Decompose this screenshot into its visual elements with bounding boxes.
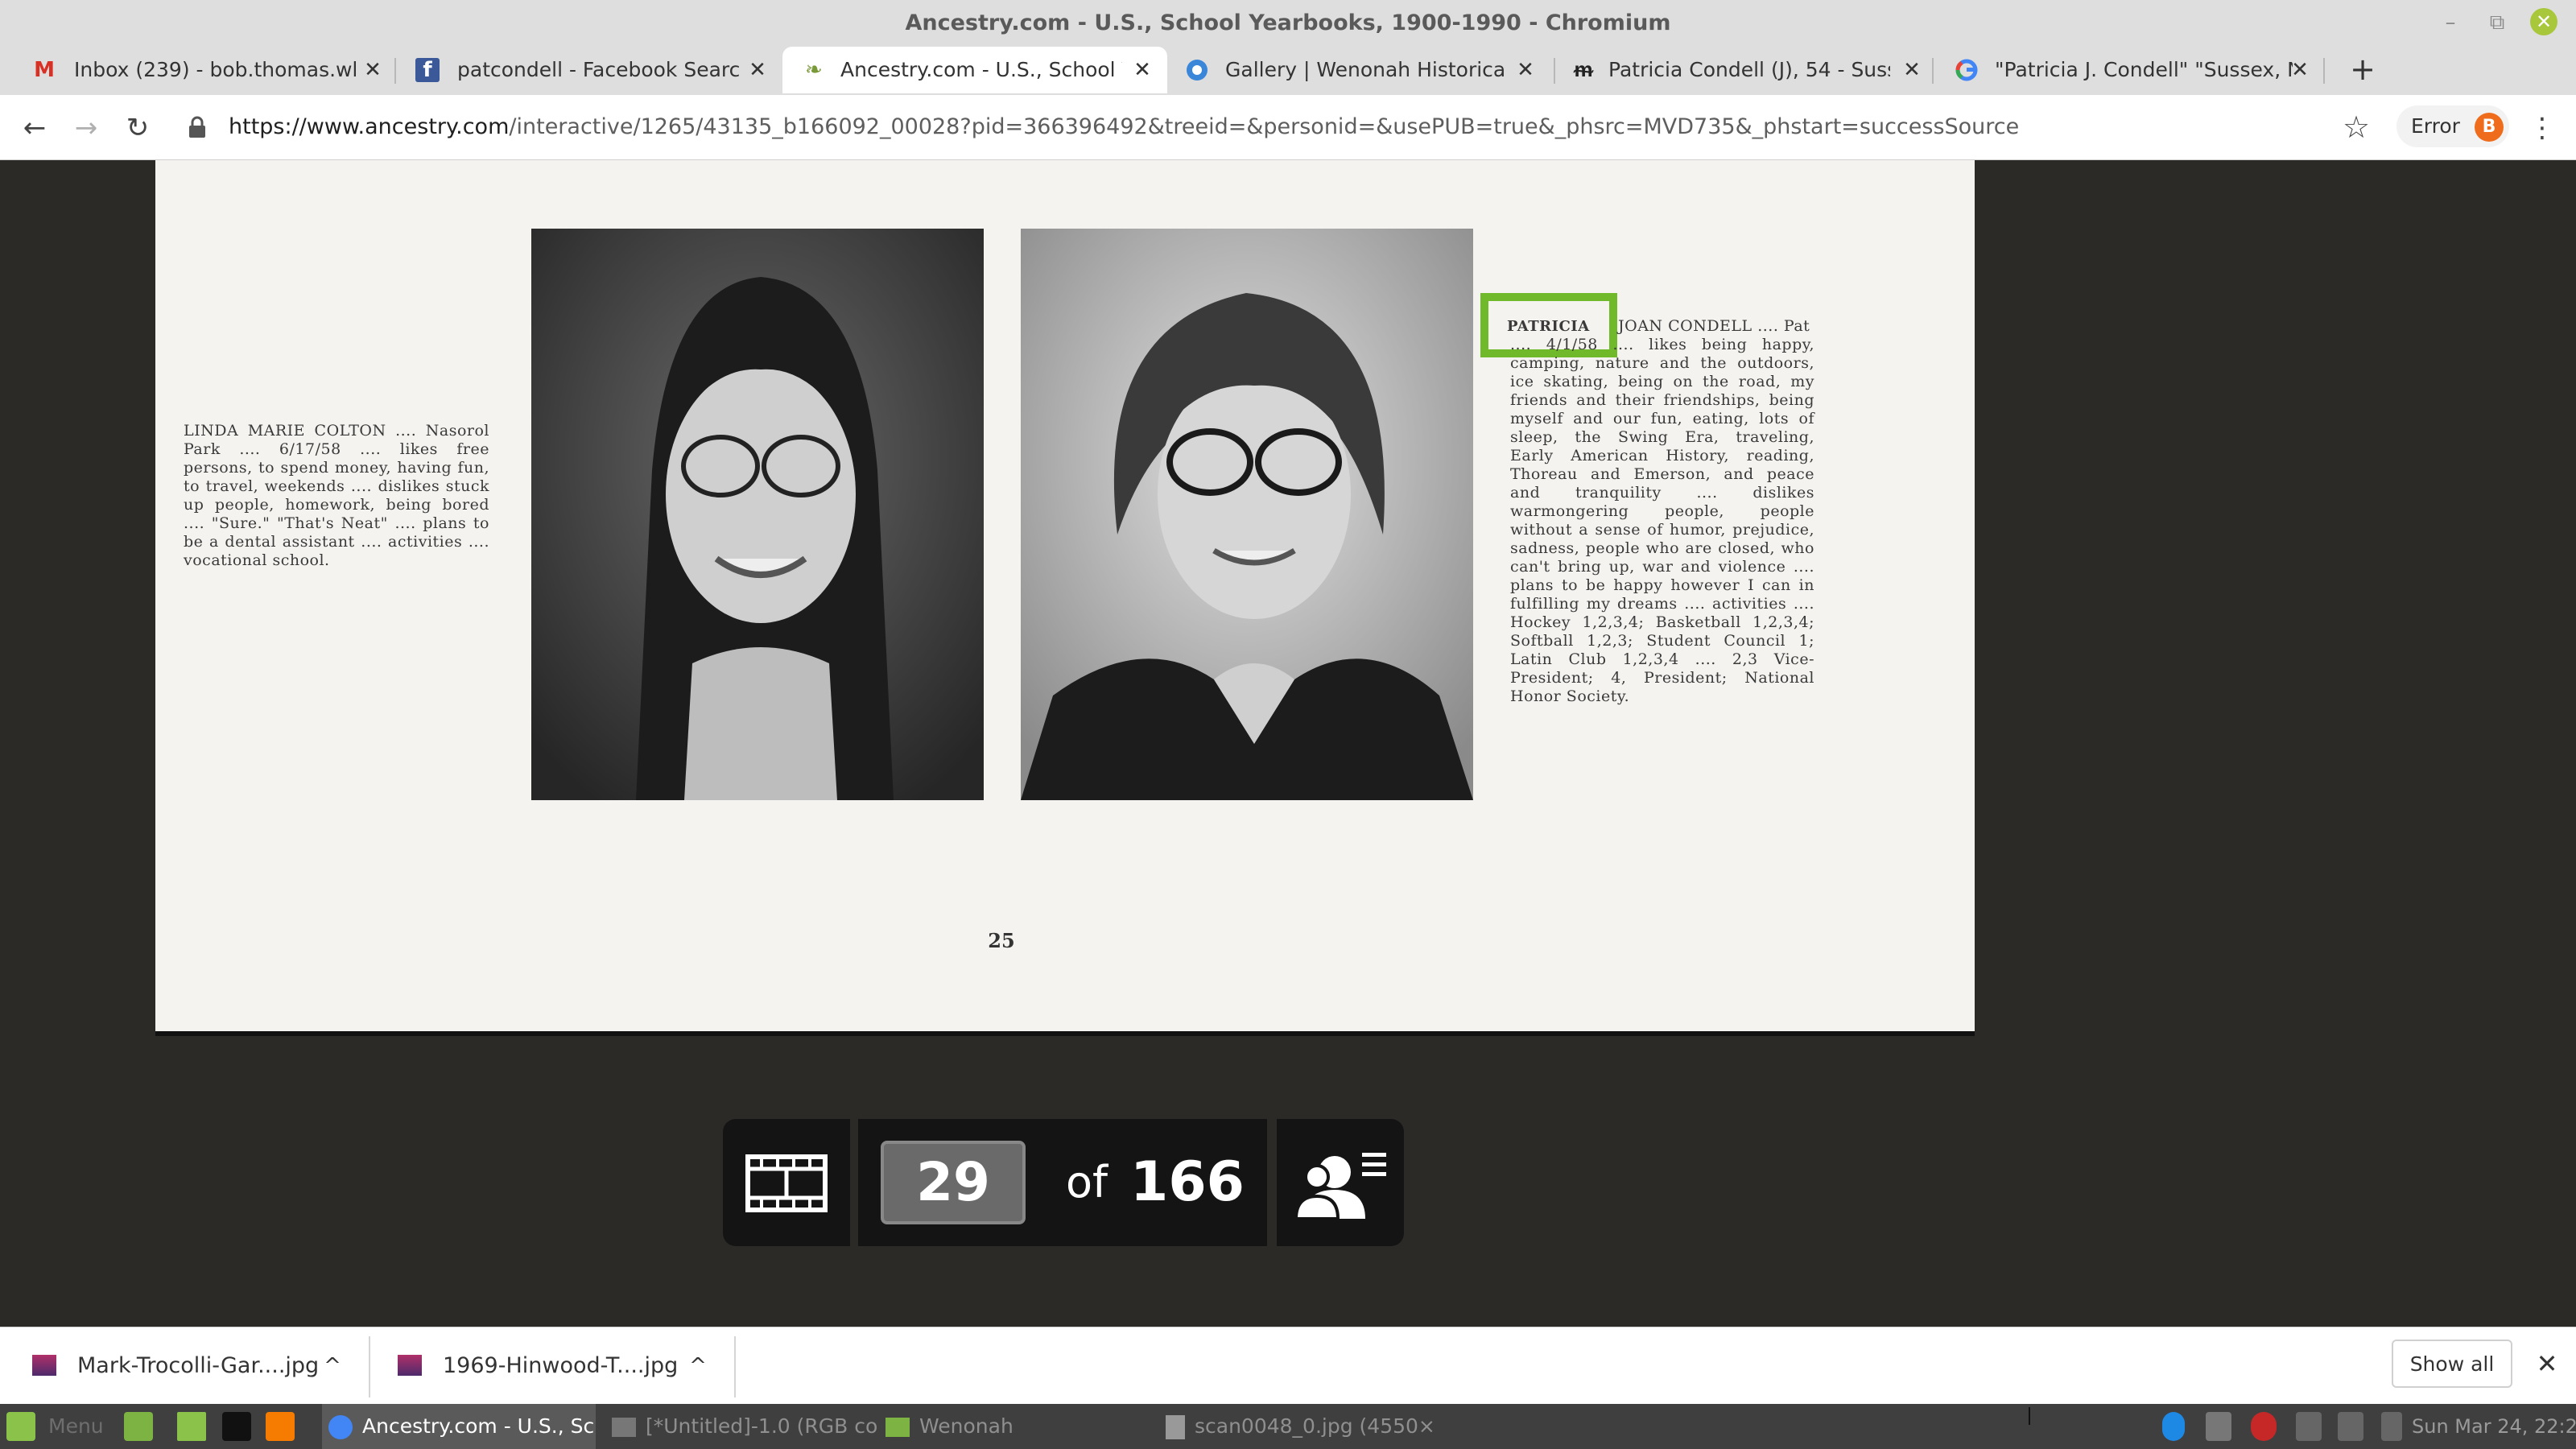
right-caption-heading: JOAN CONDELL .... Pat: [1618, 317, 1810, 335]
menu-label[interactable]: Menu: [48, 1404, 113, 1449]
chevron-up-icon[interactable]: ^: [320, 1342, 345, 1390]
tab-gmail[interactable]: M Inbox (239) - bob.thomas.wk@gmail.com …: [8, 47, 386, 93]
tab-patricia-condell[interactable]: ᵯ Patricia Condell (J), 54 - Sussex ✕: [1555, 47, 1926, 93]
person-list-icon: [1294, 1153, 1386, 1220]
lock-icon[interactable]: [187, 116, 208, 138]
show-all-button[interactable]: Show all: [2392, 1340, 2512, 1388]
clock[interactable]: Sun Mar 24, 22:2: [2412, 1404, 2576, 1449]
tab-close-icon[interactable]: ✕: [2288, 58, 2312, 82]
window-close-icon[interactable]: ✕: [2530, 8, 2557, 35]
new-tab-button[interactable]: +: [2344, 51, 2381, 88]
left-caption: LINDA MARIE COLTON .... Nasorol Park ...…: [184, 422, 489, 569]
site-icon: ᵯ: [1574, 58, 1593, 82]
total-pages: 166: [1130, 1150, 1245, 1214]
ancestry-leaf-icon: ❧: [805, 58, 823, 82]
update-error-icon[interactable]: [2251, 1412, 2277, 1441]
of-label: of: [1066, 1157, 1108, 1208]
download-divider: [734, 1336, 736, 1397]
page-number-input[interactable]: 29: [881, 1141, 1026, 1224]
chromium-icon: [328, 1415, 353, 1439]
tab-label: Inbox (239) - bob.thomas.wk@gmail.com: [74, 58, 356, 81]
tab-label: Ancestry.com - U.S., School Yearbooks: [840, 58, 1122, 81]
address-bar[interactable]: https://www.ancestry.com/interactive/126…: [229, 103, 2322, 151]
tab-label: Gallery | Wenonah Historical Society: [1225, 58, 1507, 81]
taskbar-item-chromium[interactable]: Ancestry.com - U.S., Sc...: [322, 1404, 596, 1449]
show-desktop-icon[interactable]: [124, 1412, 153, 1441]
chevron-up-icon[interactable]: ^: [686, 1342, 710, 1390]
taskbar-item-wenonah[interactable]: Wenonah: [882, 1404, 1148, 1449]
error-label: Error: [2411, 114, 2460, 138]
tab-label: patcondell - Facebook Search: [457, 58, 739, 81]
portrait-photo-left: [531, 229, 984, 800]
restore-icon[interactable]: ⧉: [2483, 8, 2512, 37]
terminal-icon[interactable]: [222, 1412, 251, 1441]
url-host: https://www.ancestry.com: [229, 114, 510, 139]
browser-menu-icon[interactable]: ⋮: [2528, 108, 2557, 148]
window-icon: [612, 1418, 636, 1437]
download-item[interactable]: 1969-Hinwood-T....jpg: [443, 1342, 678, 1390]
bookmark-star-icon[interactable]: ☆: [2337, 108, 2376, 147]
window-title: Ancestry.com - U.S., School Yearbooks, 1…: [905, 10, 1671, 35]
app-launcher-icon[interactable]: [266, 1412, 295, 1441]
tab-close-icon[interactable]: ✕: [1130, 58, 1154, 82]
taskbar-item-gimp[interactable]: [*Untitled]-1.0 (RGB co...: [605, 1404, 879, 1449]
image-file-icon: [32, 1355, 56, 1376]
portrait-photo-right: [1021, 229, 1473, 800]
workspace-indicator: [2029, 1407, 2030, 1425]
taskbar-item-scan[interactable]: scan0048_0.jpg (4550×...: [1159, 1404, 1433, 1449]
tab-facebook[interactable]: f patcondell - Facebook Search ✕: [396, 47, 774, 93]
folder-icon: [886, 1418, 910, 1437]
taskbar-item-label: Wenonah: [919, 1414, 1013, 1438]
display-icon[interactable]: [2206, 1412, 2231, 1441]
mint-menu-icon[interactable]: [6, 1412, 35, 1441]
index-button[interactable]: [1277, 1119, 1404, 1246]
page-number: 25: [988, 929, 1015, 952]
tab-close-icon[interactable]: ✕: [745, 58, 770, 82]
highlighted-name: PATRICIA: [1507, 318, 1590, 335]
network-icon[interactable]: [2296, 1412, 2322, 1441]
image-viewer-icon: [1166, 1415, 1185, 1439]
google-icon: [1955, 58, 1979, 82]
forward-arrow-icon[interactable]: →: [66, 108, 106, 148]
back-arrow-icon[interactable]: ←: [14, 108, 55, 148]
right-caption: .... 4/1/58 .... likes being happy, camp…: [1510, 336, 1814, 705]
facebook-icon: f: [415, 58, 440, 82]
folder-icon[interactable]: [177, 1412, 206, 1441]
download-item[interactable]: Mark-Trocolli-Gar....jpg: [77, 1342, 319, 1390]
tab-google-search[interactable]: "Patricia J. Condell" "Sussex, NJ" ✕: [1934, 47, 2320, 93]
tab-label: "Patricia J. Condell" "Sussex, NJ": [1995, 58, 2293, 81]
minimize-icon[interactable]: –: [2436, 8, 2465, 37]
download-divider: [369, 1336, 370, 1397]
close-icon[interactable]: ✕: [2531, 1345, 2563, 1382]
bluetooth-icon[interactable]: [2162, 1412, 2185, 1441]
filmstrip-button[interactable]: [723, 1119, 850, 1246]
image-file-icon: [398, 1355, 422, 1376]
url-path: /interactive/1265/43135_b166092_00028?pi…: [509, 114, 2020, 139]
site-icon: [1185, 58, 1209, 82]
tab-divider: [2323, 58, 2325, 84]
battery-icon[interactable]: [2381, 1412, 2402, 1441]
gmail-icon: M: [34, 58, 55, 82]
download-bar: [0, 1327, 2576, 1405]
avatar[interactable]: B: [2475, 113, 2504, 142]
tab-wenonah-gallery[interactable]: Gallery | Wenonah Historical Society ✕: [1175, 47, 1546, 93]
filmstrip-icon: [745, 1154, 828, 1212]
tab-close-icon[interactable]: ✕: [1900, 58, 1924, 82]
reload-icon[interactable]: ↻: [118, 108, 158, 148]
taskbar-item-label: Ancestry.com - U.S., Sc...: [362, 1414, 596, 1438]
tab-close-icon[interactable]: ✕: [361, 58, 385, 82]
tab-label: Patricia Condell (J), 54 - Sussex: [1608, 58, 1890, 81]
taskbar-item-label: scan0048_0.jpg (4550×...: [1195, 1414, 1433, 1438]
tab-close-icon[interactable]: ✕: [1513, 58, 1538, 82]
volume-icon[interactable]: [2338, 1412, 2363, 1441]
tab-ancestry[interactable]: ❧ Ancestry.com - U.S., School Yearbooks …: [782, 47, 1167, 93]
taskbar-item-label: [*Untitled]-1.0 (RGB co...: [646, 1414, 879, 1438]
